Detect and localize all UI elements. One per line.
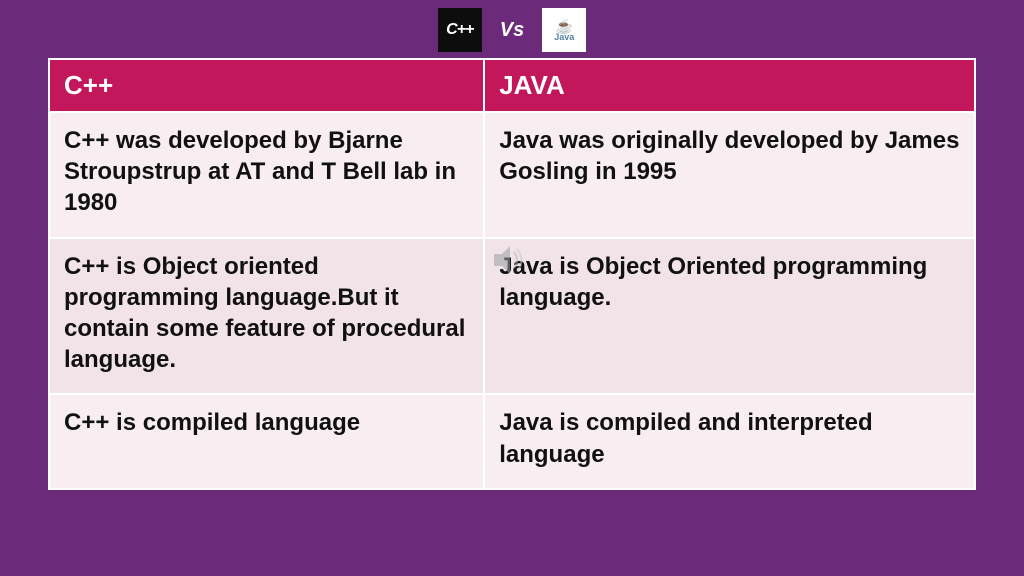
comparison-table-container: C++ JAVA C++ was developed by Bjarne Str… xyxy=(48,58,976,490)
cell-java-paradigm: Java is Object Oriented programming lang… xyxy=(484,238,975,395)
cell-java-compile: Java is compiled and interpreted languag… xyxy=(484,394,975,488)
table-row: C++ is compiled language Java is compile… xyxy=(49,394,975,488)
vs-label: Vs xyxy=(500,19,524,42)
table-row: C++ is Object oriented programming langu… xyxy=(49,238,975,395)
header: C++ Vs ☕ Java xyxy=(0,0,1024,58)
java-logo-icon: ☕ Java xyxy=(542,8,586,52)
java-cup-icon: ☕ xyxy=(556,19,573,33)
header-java: JAVA xyxy=(484,59,975,112)
cpp-logo-icon: C++ xyxy=(438,8,482,52)
header-cpp: C++ xyxy=(49,59,484,112)
comparison-table: C++ JAVA C++ was developed by Bjarne Str… xyxy=(48,58,976,490)
table-row: C++ was developed by Bjarne Stroupstrup … xyxy=(49,112,975,238)
cell-java-origin: Java was originally developed by James G… xyxy=(484,112,975,238)
table-header-row: C++ JAVA xyxy=(49,59,975,112)
cell-cpp-paradigm: C++ is Object oriented programming langu… xyxy=(49,238,484,395)
java-logo-text: Java xyxy=(554,33,574,42)
cell-cpp-compile: C++ is compiled language xyxy=(49,394,484,488)
cell-cpp-origin: C++ was developed by Bjarne Stroupstrup … xyxy=(49,112,484,238)
